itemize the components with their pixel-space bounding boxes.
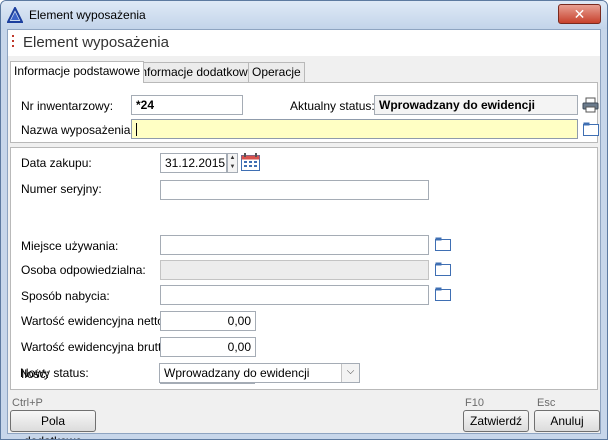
data-zakupu-input[interactable]: 31.12.2015 [160, 153, 227, 173]
nazwa-wyposazenia-input[interactable] [131, 119, 578, 139]
text-cursor [136, 123, 137, 137]
miejsce-uzywania-input[interactable] [160, 235, 429, 255]
nazwa-wyposazenia-label: Nazwa wyposażenia: [21, 123, 134, 137]
ctrlp-shortcut-hint: Ctrl+P [12, 397, 43, 409]
sposob-nabycia-input[interactable] [160, 285, 429, 305]
header-band: Element wyposażenia [8, 30, 600, 56]
folder-icon[interactable] [583, 122, 599, 136]
aktualny-status-field: Wprowadzany do ewidencji [374, 95, 578, 115]
f10-shortcut-hint: F10 [465, 397, 484, 409]
data-zakupu-spinner[interactable]: ▲ ▼ [227, 153, 238, 173]
nr-inwentarzowy-label: Nr inwentarzowy: [21, 99, 114, 113]
wartosc-brutto-label: Wartość ewidencyjna brutto: [21, 340, 172, 354]
page-title: Element wyposażenia [23, 34, 169, 51]
spin-down-icon[interactable]: ▼ [228, 163, 237, 172]
calendar-icon[interactable] [241, 153, 260, 171]
tab-operacje[interactable]: Operacje [248, 62, 305, 82]
printer-icon[interactable] [582, 97, 599, 113]
folder-icon[interactable] [435, 237, 451, 251]
nowy-status-select[interactable]: Wprowadzany do ewidencji ⌵ [159, 363, 360, 383]
esc-shortcut-hint: Esc [537, 397, 556, 409]
menu-dots-icon[interactable] [12, 35, 15, 49]
tab-informacje-podstawowe[interactable]: Informacje podstawowe [10, 61, 145, 83]
folder-icon[interactable] [435, 262, 451, 276]
nowy-status-value: Wprowadzany do ewidencji [164, 366, 310, 380]
numer-seryjny-input[interactable] [160, 180, 429, 200]
details-panel: Data zakupu: 31.12.2015 ▲ ▼ Numer seryjny… [10, 147, 598, 390]
dialog-client: Element wyposażenia Informacje podstawow… [7, 29, 601, 439]
osoba-odpowiedzialna-input[interactable] [160, 260, 429, 280]
anuluj-button[interactable]: Anuluj [534, 410, 600, 432]
spin-up-icon[interactable]: ▲ [228, 154, 237, 163]
nowy-status-label: Nowy status: [20, 366, 89, 380]
chevron-down-icon[interactable]: ⌵ [341, 364, 359, 382]
tab-strip: Informacje podstawowe Informacje dodatko… [8, 61, 600, 83]
zatwierdz-button[interactable]: Zatwierdź [463, 410, 529, 432]
close-button[interactable]: ✕ [558, 4, 601, 24]
wartosc-netto-label: Wartość ewidencyjna netto: [21, 314, 168, 328]
tab-informacje-dodatkowe[interactable]: Informacje dodatkowe [133, 62, 259, 82]
basic-info-panel: Nr inwentarzowy: *24 Aktualny status: Wp… [10, 82, 599, 143]
aktualny-status-label: Aktualny status: [290, 99, 375, 113]
osoba-odpowiedzialna-label: Osoba odpowiedzialna: [21, 263, 146, 277]
nr-inwentarzowy-input[interactable]: *24 [131, 95, 243, 115]
wartosc-netto-input[interactable]: 0,00 [160, 311, 256, 331]
folder-icon[interactable] [435, 287, 451, 301]
pola-dodatkowe-button[interactable]: Pola dodatkowe [10, 410, 96, 439]
window-title: Element wyposażenia [29, 8, 146, 22]
wartosc-brutto-input[interactable]: 0,00 [160, 337, 256, 357]
sposob-nabycia-label: Sposób nabycia: [21, 289, 110, 303]
miejsce-uzywania-label: Miejsce używania: [21, 239, 119, 253]
title-bar[interactable]: Element wyposażenia ✕ [1, 1, 607, 29]
data-zakupu-label: Data zakupu: [21, 156, 92, 170]
app-triangle-icon [7, 7, 23, 23]
numer-seryjny-label: Numer seryjny: [21, 182, 102, 196]
dialog-window: Element wyposażenia ✕ Element wyposażeni… [0, 0, 608, 440]
